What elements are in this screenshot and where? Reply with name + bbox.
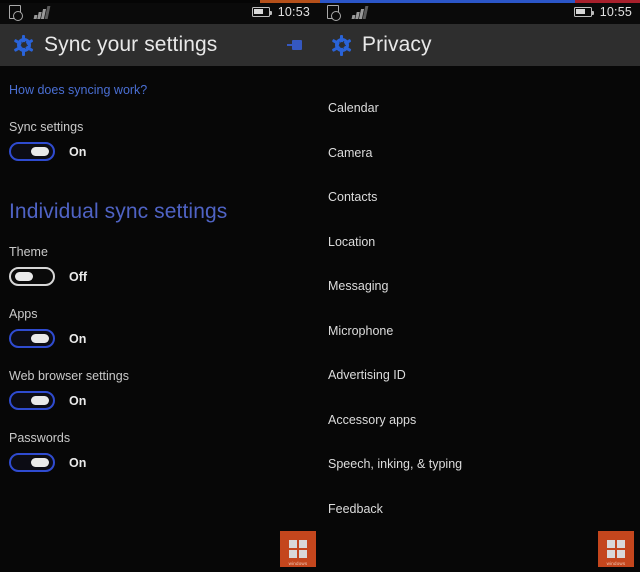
signal-icon [33, 5, 50, 19]
document-sync-icon [9, 5, 23, 21]
web-browser-toggle-row: On [9, 391, 318, 410]
nav-item-location[interactable]: Location [318, 220, 640, 265]
web-browser-settings-state: On [69, 393, 87, 408]
master-sync-setting: Sync settings On [0, 120, 318, 161]
screenshot-root: 10:53 Sync your settings How does syncin… [0, 0, 640, 572]
left-content: How does syncing work? Sync settings On … [0, 66, 318, 472]
windows-logo-icon [288, 539, 308, 559]
watermark-label: windows [288, 561, 308, 566]
battery-icon [573, 7, 595, 17]
theme-label: Theme [9, 245, 48, 259]
passwords-label: Passwords [9, 431, 71, 445]
right-status-icons [327, 5, 368, 21]
privacy-nav-list: Calendar Camera Contacts Location Messag… [318, 66, 640, 531]
privacy-panel: 10:55 Privacy Calendar Camera Contacts L… [318, 0, 640, 572]
apps-label: Apps [9, 307, 38, 321]
right-status-bar: 10:55 [318, 0, 640, 24]
nav-item-messaging[interactable]: Messaging [318, 264, 640, 309]
sync-settings-label: Sync settings [9, 120, 84, 134]
nav-item-calendar[interactable]: Calendar [318, 86, 640, 131]
setting-passwords: Passwords On [0, 431, 318, 472]
left-status-right: 10:53 [251, 5, 310, 19]
top-color-strip [0, 0, 640, 3]
windows-watermark-badge: windows [280, 531, 316, 567]
watermark-label: windows [606, 561, 626, 566]
page-title: Sync your settings [44, 33, 218, 56]
setting-apps: Apps On [0, 307, 318, 348]
left-status-bar: 10:53 [0, 0, 318, 24]
nav-item-advertising-id[interactable]: Advertising ID [318, 353, 640, 398]
battery-icon [251, 7, 273, 17]
how-does-syncing-work-link[interactable]: How does syncing work? [9, 83, 147, 97]
theme-toggle-row: Off [9, 267, 318, 286]
nav-item-speech-inking-typing[interactable]: Speech, inking, & typing [318, 442, 640, 487]
left-app-bar: Sync your settings [0, 24, 318, 66]
setting-theme: Theme Off [0, 245, 318, 286]
sync-settings-state: On [69, 144, 87, 159]
gear-icon [331, 34, 352, 56]
sync-settings-panel: 10:53 Sync your settings How does syncin… [0, 0, 318, 572]
web-browser-settings-label: Web browser settings [9, 369, 129, 383]
apps-toggle[interactable] [9, 329, 55, 348]
nav-item-feedback[interactable]: Feedback [318, 487, 640, 532]
windows-logo-icon [606, 539, 626, 559]
theme-state: Off [69, 269, 88, 284]
pin-icon[interactable] [287, 39, 305, 51]
apps-toggle-row: On [9, 329, 318, 348]
right-clock: 10:55 [599, 5, 632, 19]
setting-web-browser: Web browser settings On [0, 369, 318, 410]
document-sync-icon [327, 5, 341, 21]
web-browser-settings-toggle[interactable] [9, 391, 55, 410]
gear-icon [13, 34, 34, 56]
apps-state: On [69, 331, 87, 346]
left-status-icons [9, 5, 50, 21]
right-status-right: 10:55 [573, 5, 632, 19]
windows-watermark-badge: windows [598, 531, 634, 567]
passwords-state: On [69, 455, 87, 470]
page-title: Privacy [362, 33, 432, 56]
strip-segment-orange [260, 0, 320, 3]
sync-settings-toggle[interactable] [9, 142, 55, 161]
theme-toggle[interactable] [9, 267, 55, 286]
individual-sync-settings-heading: Individual sync settings [9, 200, 228, 223]
left-clock: 10:53 [277, 5, 310, 19]
passwords-toggle-row: On [9, 453, 318, 472]
nav-item-microphone[interactable]: Microphone [318, 309, 640, 354]
passwords-toggle[interactable] [9, 453, 55, 472]
right-app-bar: Privacy [318, 24, 640, 66]
strip-segment-dark [0, 0, 260, 3]
strip-segment-blue [320, 0, 575, 3]
signal-icon [351, 5, 368, 19]
sync-settings-toggle-row: On [9, 142, 318, 161]
strip-segment-red [575, 0, 640, 3]
help-link-row: How does syncing work? [0, 66, 318, 99]
nav-item-camera[interactable]: Camera [318, 131, 640, 176]
nav-item-accessory-apps[interactable]: Accessory apps [318, 398, 640, 443]
nav-item-contacts[interactable]: Contacts [318, 175, 640, 220]
